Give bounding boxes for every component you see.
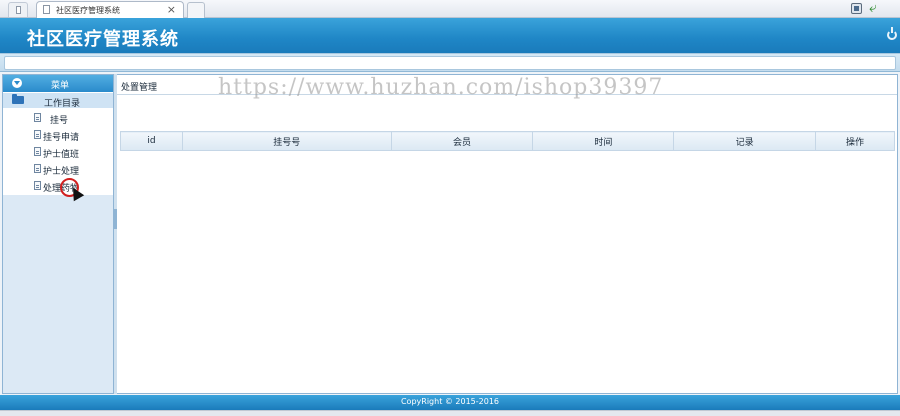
page-icon bbox=[34, 164, 41, 173]
app-title: 社区医疗管理系统 bbox=[27, 29, 179, 50]
folder-icon bbox=[12, 94, 24, 104]
column-header-member[interactable]: 会员 bbox=[390, 131, 534, 151]
breadcrumb-label: 处置管理 bbox=[121, 83, 158, 93]
sidebar-header[interactable]: 菜单 bbox=[3, 75, 113, 92]
page-icon bbox=[34, 181, 41, 190]
sidebar-item-drug-handling[interactable]: 处理药物 bbox=[3, 178, 113, 194]
sidebar-item-nurse-handling[interactable]: 护士处理 bbox=[3, 161, 113, 177]
sidebar-item-registration-request[interactable]: 挂号申请 bbox=[3, 127, 113, 143]
column-header-action[interactable]: 操作 bbox=[815, 131, 895, 151]
tree-root-work-directory[interactable]: 工作目录 bbox=[3, 93, 113, 109]
column-header-id[interactable]: id bbox=[120, 131, 183, 151]
footer: CopyRight © 2015-2016 bbox=[0, 395, 900, 410]
toolbar-strip bbox=[0, 53, 900, 72]
collapse-chevron-icon[interactable] bbox=[12, 78, 22, 88]
toolbar-inner bbox=[4, 56, 896, 70]
home-icon[interactable] bbox=[851, 3, 862, 14]
browser-tab[interactable]: 社区医疗管理系统 × bbox=[36, 1, 184, 18]
watermark-text: https://www.huzhan.com/ishop39397 bbox=[218, 75, 664, 100]
column-header-registration-no[interactable]: 挂号号 bbox=[181, 131, 392, 151]
main-panel: 处置管理 id 挂号号 会员 时间 记录 操作 bbox=[117, 74, 898, 394]
data-table: id 挂号号 会员 时间 记录 操作 bbox=[120, 131, 895, 151]
browser-tab-strip: 社区医疗管理系统 × ⤶ bbox=[0, 0, 900, 18]
sidebar-item-label: 挂号 bbox=[50, 116, 69, 126]
back-arrow-icon[interactable]: ⤶ bbox=[869, 0, 877, 16]
sidebar: 菜单 工作目录 挂号 挂号申请 护士值班 护士处理 处理药物 bbox=[2, 74, 114, 394]
tab-title: 社区医疗管理系统 bbox=[56, 6, 120, 15]
sidebar-item-label: 护士值班 bbox=[43, 150, 80, 160]
new-tab-button[interactable] bbox=[187, 2, 205, 18]
table-header-row: id 挂号号 会员 时间 记录 操作 bbox=[120, 131, 895, 151]
page-icon bbox=[34, 147, 41, 156]
column-header-record[interactable]: 记录 bbox=[673, 131, 817, 151]
page-icon bbox=[16, 6, 21, 14]
previous-tab[interactable] bbox=[8, 2, 28, 17]
page-icon bbox=[34, 130, 41, 139]
copyright-text: CopyRight © 2015-2016 bbox=[400, 397, 500, 406]
power-icon[interactable] bbox=[887, 27, 897, 40]
close-tab-icon[interactable]: × bbox=[167, 3, 176, 16]
sidebar-item-label: 护士处理 bbox=[43, 167, 80, 177]
sidebar-item-nurse-duty[interactable]: 护士值班 bbox=[3, 144, 113, 160]
browser-status-bar bbox=[0, 410, 900, 416]
sidebar-item-registration[interactable]: 挂号 bbox=[3, 110, 113, 126]
column-header-time[interactable]: 时间 bbox=[532, 131, 675, 151]
sidebar-header-label: 菜单 bbox=[51, 81, 70, 91]
sidebar-item-label: 挂号申请 bbox=[43, 133, 80, 143]
page-icon bbox=[34, 113, 41, 122]
document-icon bbox=[43, 5, 50, 14]
tree-root-label: 工作目录 bbox=[44, 99, 81, 109]
menu-tree: 工作目录 挂号 挂号申请 护士值班 护士处理 处理药物 bbox=[3, 92, 113, 202]
app-header: 社区医疗管理系统 bbox=[0, 18, 900, 53]
